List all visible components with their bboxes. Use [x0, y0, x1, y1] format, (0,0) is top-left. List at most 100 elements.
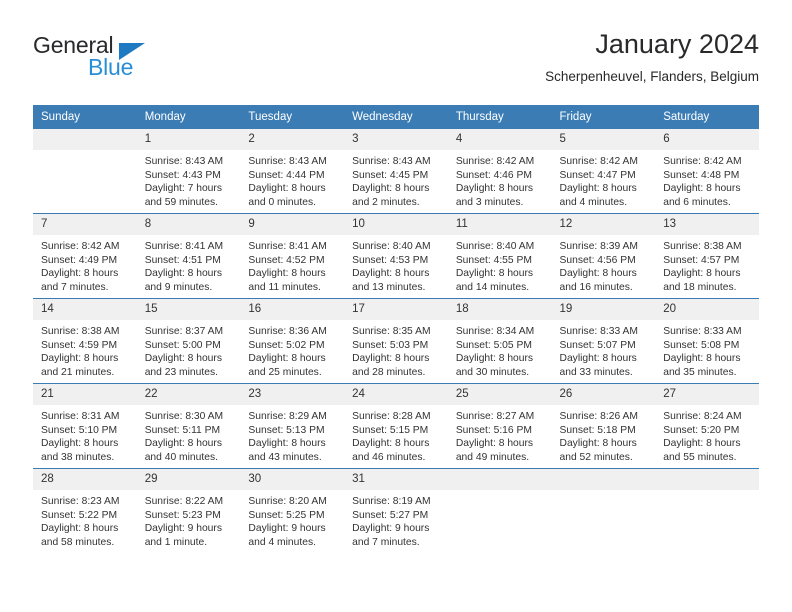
- weekday-header-thursday: Thursday: [447, 105, 552, 129]
- weekday-header-wednesday: Wednesday: [344, 105, 448, 129]
- calendar-page: General Blue January 2024 Scherpenheuvel…: [0, 0, 792, 612]
- daylight-text: Daylight: 8 hours: [559, 183, 637, 194]
- day-number: 26: [551, 384, 656, 405]
- sunset-text: Sunset: 5:07 PM: [559, 339, 636, 351]
- daylight-text: Daylight: 8 hours: [559, 268, 637, 279]
- day-details: Sunrise: 8:42 AM Sunset: 4:48 PM Daylight:…: [655, 150, 759, 209]
- calendar-day-cell[interactable]: 14 Sunrise: 8:38 AM Sunset: 4:59 PM Dayligh…: [33, 298, 137, 384]
- calendar-day-cell[interactable]: 15 Sunrise: 8:37 AM Sunset: 5:00 PM Dayligh…: [136, 298, 241, 384]
- daylight-text: Daylight: 8 hours: [455, 183, 534, 194]
- daylight-text: and 25 minutes.: [248, 366, 322, 378]
- calendar-day-cell-empty: [655, 468, 759, 553]
- daylight-text: Daylight: 8 hours: [41, 523, 119, 534]
- calendar-week-row: 7 Sunrise: 8:42 AM Sunset: 4:49 PM Daylight…: [33, 213, 759, 299]
- day-details: Sunrise: 8:27 AM Sunset: 5:16 PM Daylight:…: [448, 405, 552, 464]
- calendar-day-cell[interactable]: 6 Sunrise: 8:42 AM Sunset: 4:48 PM Daylight…: [655, 129, 759, 214]
- sunset-text: Sunset: 4:57 PM: [663, 254, 740, 266]
- day-details: Sunrise: 8:41 AM Sunset: 4:52 PM Daylight:…: [240, 235, 344, 294]
- sunrise-text: Sunrise: 8:28 AM: [352, 411, 431, 422]
- calendar-day-cell[interactable]: 22 Sunrise: 8:30 AM Sunset: 5:11 PM Dayligh…: [136, 383, 241, 469]
- day-number: 29: [136, 469, 241, 490]
- day-details: Sunrise: 8:35 AM Sunset: 5:03 PM Daylight:…: [344, 320, 448, 379]
- sunrise-text: Sunrise: 8:31 AM: [41, 411, 120, 422]
- day-details: Sunrise: 8:41 AM Sunset: 4:51 PM Daylight:…: [137, 235, 241, 294]
- daylight-text: and 58 minutes.: [41, 536, 115, 548]
- calendar-day-cell[interactable]: 20 Sunrise: 8:33 AM Sunset: 5:08 PM Dayligh…: [655, 298, 759, 384]
- sunset-text: Sunset: 5:13 PM: [248, 424, 325, 436]
- day-number: 28: [33, 469, 137, 490]
- calendar-day-cell[interactable]: 27 Sunrise: 8:24 AM Sunset: 5:20 PM Dayligh…: [655, 383, 759, 469]
- calendar-day-cell[interactable]: 2 Sunrise: 8:43 AM Sunset: 4:44 PM Daylight…: [240, 129, 345, 214]
- calendar-day-cell[interactable]: 4 Sunrise: 8:42 AM Sunset: 4:46 PM Daylight…: [447, 129, 552, 214]
- day-number: 21: [33, 384, 137, 405]
- calendar-day-cell[interactable]: 23 Sunrise: 8:29 AM Sunset: 5:13 PM Dayligh…: [240, 383, 345, 469]
- daylight-text: and 3 minutes.: [455, 196, 524, 208]
- calendar-week-row: 14 Sunrise: 8:38 AM Sunset: 4:59 PM Dayligh…: [33, 298, 759, 384]
- daylight-text: Daylight: 8 hours: [352, 183, 430, 194]
- day-details: Sunrise: 8:38 AM Sunset: 4:59 PM Daylight:…: [33, 320, 137, 379]
- daylight-text: and 46 minutes.: [352, 451, 426, 463]
- sunset-text: Sunset: 4:47 PM: [559, 169, 636, 181]
- calendar-day-cell[interactable]: 18 Sunrise: 8:34 AM Sunset: 5:05 PM Dayligh…: [447, 298, 552, 384]
- calendar-day-cell[interactable]: 8 Sunrise: 8:41 AM Sunset: 4:51 PM Daylight…: [136, 213, 241, 299]
- calendar-day-cell[interactable]: 13 Sunrise: 8:38 AM Sunset: 4:57 PM Dayligh…: [655, 213, 759, 299]
- day-details: Sunrise: 8:40 AM Sunset: 4:53 PM Daylight:…: [344, 235, 448, 294]
- calendar-day-cell[interactable]: 26 Sunrise: 8:26 AM Sunset: 5:18 PM Dayligh…: [551, 383, 656, 469]
- day-number: 24: [344, 384, 448, 405]
- sunrise-text: Sunrise: 8:37 AM: [144, 326, 224, 337]
- day-details: Sunrise: 8:37 AM Sunset: 5:00 PM Daylight:…: [137, 320, 241, 379]
- daylight-text: Daylight: 8 hours: [663, 268, 741, 279]
- day-number: 18: [447, 299, 552, 320]
- day-number: 13: [655, 214, 759, 235]
- sunrise-text: Sunrise: 8:40 AM: [455, 241, 535, 252]
- calendar-day-cell[interactable]: 19 Sunrise: 8:33 AM Sunset: 5:07 PM Dayligh…: [551, 298, 656, 384]
- day-details: Sunrise: 8:38 AM Sunset: 4:57 PM Daylight:…: [655, 235, 759, 294]
- daylight-text: Daylight: 9 hours: [144, 523, 222, 534]
- calendar-day-cell[interactable]: 11 Sunrise: 8:40 AM Sunset: 4:55 PM Dayligh…: [447, 213, 552, 299]
- daylight-text: Daylight: 8 hours: [41, 268, 119, 279]
- calendar-day-cell[interactable]: 3 Sunrise: 8:43 AM Sunset: 4:45 PM Daylight…: [344, 129, 448, 214]
- calendar-day-cell[interactable]: 7 Sunrise: 8:42 AM Sunset: 4:49 PM Daylight…: [33, 213, 137, 299]
- daylight-text: and 52 minutes.: [559, 451, 633, 463]
- day-number: 20: [655, 299, 759, 320]
- sunset-text: Sunset: 5:22 PM: [41, 509, 118, 521]
- calendar-day-cell[interactable]: 29 Sunrise: 8:22 AM Sunset: 5:23 PM Dayligh…: [136, 468, 241, 553]
- calendar-day-cell[interactable]: 12 Sunrise: 8:39 AM Sunset: 4:56 PM Dayligh…: [551, 213, 656, 299]
- sunrise-text: Sunrise: 8:41 AM: [144, 241, 224, 252]
- title-block: January 2024 Scherpenheuvel, Flanders, B…: [545, 28, 759, 86]
- sunrise-text: Sunrise: 8:43 AM: [352, 156, 431, 167]
- calendar-day-cell[interactable]: 30 Sunrise: 8:20 AM Sunset: 5:25 PM Dayligh…: [240, 468, 345, 553]
- day-details: Sunrise: 8:24 AM Sunset: 5:20 PM Daylight:…: [655, 405, 759, 464]
- calendar-day-cell[interactable]: 24 Sunrise: 8:28 AM Sunset: 5:15 PM Dayligh…: [344, 383, 448, 469]
- daylight-text: and 33 minutes.: [559, 366, 633, 378]
- sunset-text: Sunset: 4:49 PM: [41, 254, 118, 266]
- sunset-text: Sunset: 5:27 PM: [352, 509, 429, 521]
- sunrise-text: Sunrise: 8:36 AM: [248, 326, 327, 337]
- calendar-day-cell[interactable]: 16 Sunrise: 8:36 AM Sunset: 5:02 PM Dayligh…: [240, 298, 345, 384]
- calendar-day-cell[interactable]: 31 Sunrise: 8:19 AM Sunset: 5:27 PM Dayligh…: [344, 468, 448, 553]
- daylight-text: Daylight: 8 hours: [248, 438, 326, 449]
- calendar-day-cell[interactable]: 1 Sunrise: 8:43 AM Sunset: 4:43 PM Daylight…: [136, 129, 241, 214]
- day-details: Sunrise: 8:43 AM Sunset: 4:45 PM Daylight:…: [344, 150, 448, 209]
- calendar-day-cell[interactable]: 5 Sunrise: 8:42 AM Sunset: 4:47 PM Daylight…: [551, 129, 656, 214]
- calendar-day-cell[interactable]: 10 Sunrise: 8:40 AM Sunset: 4:53 PM Dayligh…: [344, 213, 448, 299]
- day-details: Sunrise: 8:42 AM Sunset: 4:47 PM Daylight:…: [552, 150, 656, 209]
- day-details: Sunrise: 8:36 AM Sunset: 5:02 PM Daylight:…: [240, 320, 344, 379]
- sunrise-text: Sunrise: 8:23 AM: [41, 496, 120, 507]
- sunrise-text: Sunrise: 8:27 AM: [455, 411, 535, 422]
- day-details: Sunrise: 8:22 AM Sunset: 5:23 PM Daylight:…: [137, 490, 241, 549]
- general-blue-logo: General Blue: [33, 32, 233, 90]
- calendar-day-cell[interactable]: 17 Sunrise: 8:35 AM Sunset: 5:03 PM Dayligh…: [344, 298, 448, 384]
- daylight-text: Daylight: 8 hours: [248, 268, 326, 279]
- day-number: 25: [447, 384, 552, 405]
- logo-text-blue: Blue: [88, 54, 134, 80]
- sunset-text: Sunset: 5:02 PM: [248, 339, 325, 351]
- daylight-text: Daylight: 9 hours: [352, 523, 430, 534]
- calendar-day-cell[interactable]: 28 Sunrise: 8:23 AM Sunset: 5:22 PM Dayligh…: [33, 468, 137, 553]
- calendar-day-cell[interactable]: 9 Sunrise: 8:41 AM Sunset: 4:52 PM Daylight…: [240, 213, 345, 299]
- daylight-text: Daylight: 8 hours: [248, 183, 326, 194]
- daylight-text: and 4 minutes.: [248, 536, 316, 548]
- daylight-text: Daylight: 8 hours: [663, 183, 741, 194]
- calendar-day-cell[interactable]: 25 Sunrise: 8:27 AM Sunset: 5:16 PM Dayligh…: [447, 383, 552, 469]
- calendar-day-cell[interactable]: 21 Sunrise: 8:31 AM Sunset: 5:10 PM Dayligh…: [33, 383, 137, 469]
